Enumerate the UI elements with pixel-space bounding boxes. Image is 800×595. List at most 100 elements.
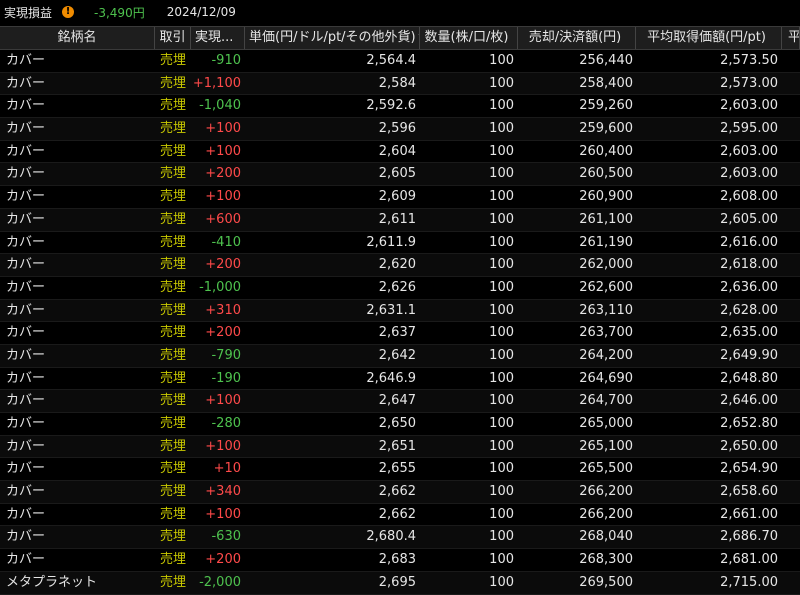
- cell-qty: 100: [489, 347, 514, 363]
- table-row[interactable]: カバー 売埋 -910 2,564.4 100 256,440 2,573.50: [0, 50, 800, 73]
- table-row[interactable]: カバー 売埋 +600 2,611 100 261,100 2,605.00: [0, 208, 800, 232]
- cell-name: カバー: [6, 166, 46, 182]
- cell-pl: +100: [205, 393, 241, 409]
- realized-pl-table: 銘柄名 取引 実現... 単価(円/ドル/pt/その他外貨)↑ 数量(株/口/枚…: [0, 26, 800, 595]
- table-row[interactable]: カバー 売埋 +310 2,631.1 100 263,110 2,628.00: [0, 299, 800, 323]
- cell-pl: -280: [211, 416, 241, 431]
- column-header-qty[interactable]: 数量(株/口/枚): [420, 27, 518, 49]
- cell-trade: 売埋: [159, 552, 186, 568]
- table-row[interactable]: カバー 売埋 +200 2,605 100 260,500 2,603.00: [0, 163, 800, 187]
- table-row[interactable]: カバー 売埋 -190 2,646.9 100 264,690 2,648.80: [0, 368, 800, 391]
- cell-avg: 2,658.60: [720, 484, 778, 500]
- cell-amount: 266,200: [579, 484, 633, 500]
- cell-amount: 264,200: [579, 347, 633, 363]
- cell-price: 2,662: [378, 506, 416, 522]
- cell-qty: 100: [489, 166, 514, 182]
- table-row[interactable]: カバー 売埋 +340 2,662 100 266,200 2,658.60: [0, 481, 800, 504]
- cell-price: 2,592.6: [366, 98, 416, 114]
- table-row[interactable]: メタプラネット 売埋 -2,000 2,695 100 269,500 2,715.00: [0, 571, 800, 595]
- cell-trade: 売埋: [159, 416, 186, 431]
- table-row[interactable]: カバー 売埋 +100 2,609 100 260,900 2,608.00: [0, 186, 800, 209]
- cell-name: メタプラネット: [6, 574, 98, 590]
- table-row[interactable]: カバー 売埋 +100 2,662 100 266,200 2,661.00: [0, 504, 800, 527]
- cell-amount: 264,690: [579, 370, 633, 386]
- cell-price: 2,637: [378, 325, 416, 341]
- cell-price: 2,680.4: [366, 529, 416, 545]
- realized-pl-value: -3,490円: [94, 5, 145, 20]
- cell-pl: -2,000: [199, 574, 241, 590]
- table-row[interactable]: カバー 売埋 +200 2,683 100 268,300 2,681.00: [0, 549, 800, 572]
- cell-qty: 100: [489, 574, 514, 590]
- table-row[interactable]: カバー 売埋 -1,040 2,592.6 100 259,260 2,603.00: [0, 95, 800, 119]
- cell-avg: 2,628.00: [720, 302, 778, 318]
- warning-icon[interactable]: !: [62, 6, 75, 18]
- cell-amount: 268,300: [579, 552, 633, 568]
- cell-trade: 売埋: [159, 121, 186, 137]
- cell-amount: 260,400: [579, 143, 633, 159]
- cell-avg: 2,573.50: [720, 53, 778, 68]
- cell-qty: 100: [489, 370, 514, 386]
- cell-trade: 売埋: [159, 506, 186, 522]
- cell-qty: 100: [489, 98, 514, 114]
- cell-trade: 売埋: [159, 234, 186, 250]
- cell-amount: 260,500: [579, 166, 633, 182]
- column-header-avg[interactable]: 平均取得価額(円/pt): [636, 27, 782, 49]
- cell-name: カバー: [6, 143, 46, 159]
- cell-name: カバー: [6, 234, 46, 250]
- column-header-trade[interactable]: 取引: [155, 27, 191, 49]
- table-row[interactable]: カバー 売埋 -410 2,611.9 100 261,190 2,616.00: [0, 232, 800, 255]
- cell-price: 2,605: [378, 166, 416, 182]
- cell-amount: 262,000: [579, 257, 633, 273]
- cell-qty: 100: [489, 234, 514, 250]
- cell-trade: 売埋: [159, 302, 186, 318]
- cell-pl: +600: [205, 211, 241, 227]
- cell-pl: -790: [211, 347, 241, 363]
- cell-amount: 256,440: [579, 53, 633, 68]
- table-row[interactable]: カバー 売埋 +100 2,604 100 260,400 2,603.00: [0, 141, 800, 164]
- cell-qty: 100: [489, 143, 514, 159]
- table-row[interactable]: カバー 売埋 +100 2,596 100 259,600 2,595.00: [0, 118, 800, 141]
- cell-price: 2,662: [378, 484, 416, 500]
- cell-amount: 264,700: [579, 393, 633, 409]
- table-header: 銘柄名 取引 実現... 単価(円/ドル/pt/その他外貨)↑ 数量(株/口/枚…: [0, 27, 800, 50]
- cell-avg: 2,686.70: [720, 529, 778, 545]
- cell-qty: 100: [489, 506, 514, 522]
- cell-price: 2,655: [378, 461, 416, 477]
- cell-name: カバー: [6, 98, 46, 114]
- cell-avg: 2,648.80: [720, 370, 778, 386]
- cell-qty: 100: [489, 75, 514, 91]
- cell-trade: 売埋: [159, 75, 186, 91]
- table-row[interactable]: カバー 売埋 -1,000 2,626 100 262,600 2,636.00: [0, 277, 800, 300]
- column-header-price[interactable]: 単価(円/ドル/pt/その他外貨)↑: [245, 27, 420, 49]
- cell-pl: +310: [205, 302, 241, 318]
- table-row[interactable]: カバー 売埋 +200 2,637 100 263,700 2,635.00: [0, 322, 800, 345]
- column-header-extra[interactable]: 平: [782, 27, 800, 49]
- cell-price: 2,631.1: [366, 302, 416, 318]
- table-row[interactable]: カバー 売埋 +10 2,655 100 265,500 2,654.90: [0, 458, 800, 482]
- table-row[interactable]: カバー 売埋 +200 2,620 100 262,000 2,618.00: [0, 254, 800, 277]
- table-row[interactable]: カバー 売埋 +1,100 2,584 100 258,400 2,573.00: [0, 72, 800, 96]
- column-header-name[interactable]: 銘柄名: [0, 27, 155, 49]
- table-row[interactable]: カバー 売埋 -630 2,680.4 100 268,040 2,686.70: [0, 526, 800, 550]
- cell-qty: 100: [489, 211, 514, 227]
- cell-avg: 2,650.00: [720, 438, 778, 454]
- cell-price: 2,642: [378, 347, 416, 363]
- cell-amount: 262,600: [579, 279, 633, 295]
- cell-amount: 261,100: [579, 211, 633, 227]
- table-body: カバー 売埋 -910 2,564.4 100 256,440 2,573.50 カバー 売埋 +…: [0, 50, 800, 595]
- table-row[interactable]: カバー 売埋 -280 2,650 100 265,000 2,652.80: [0, 413, 800, 436]
- table-row[interactable]: カバー 売埋 +100 2,647 100 264,700 2,646.00: [0, 390, 800, 413]
- cell-trade: 売埋: [159, 53, 186, 68]
- trade-date: 2024/12/09: [166, 5, 236, 19]
- cell-price: 2,695: [378, 574, 416, 590]
- cell-avg: 2,603.00: [720, 98, 778, 114]
- table-row[interactable]: カバー 売埋 +100 2,651 100 265,100 2,650.00: [0, 435, 800, 459]
- column-header-amount[interactable]: 売却/決済額(円): [518, 27, 636, 49]
- cell-qty: 100: [489, 529, 514, 545]
- cell-qty: 100: [489, 393, 514, 409]
- table-row[interactable]: カバー 売埋 -790 2,642 100 264,200 2,649.90: [0, 344, 800, 368]
- column-header-pl[interactable]: 実現...: [191, 27, 245, 49]
- cell-avg: 2,636.00: [720, 279, 778, 295]
- cell-name: カバー: [6, 189, 46, 205]
- cell-name: カバー: [6, 302, 46, 318]
